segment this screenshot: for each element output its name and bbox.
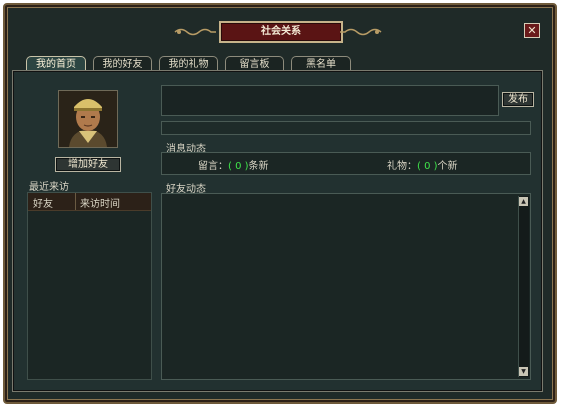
window-title: 社会关系 xyxy=(219,21,343,43)
messages-panel: 留言：( 0 )条新 礼物：( 0 )个新 xyxy=(161,152,531,175)
friend-feed-scrollbar[interactable]: ▲ ▼ xyxy=(518,196,529,377)
right-ornament-icon xyxy=(340,28,382,36)
left-ornament-icon xyxy=(174,28,216,36)
comment-suffix: 条新 xyxy=(248,161,269,172)
column-divider xyxy=(75,193,76,210)
window-title-bar: 社会关系 xyxy=(173,20,383,46)
table-header: 好友 来访时间 xyxy=(28,193,151,211)
friend-feed-panel xyxy=(161,193,531,380)
recent-visits-label: 最近来访 xyxy=(29,182,69,193)
gift-prefix: 礼物： xyxy=(387,161,417,172)
player-portrait xyxy=(59,91,117,147)
gift-status: 礼物：( 0 )个新 xyxy=(387,157,458,172)
arrow-up-icon[interactable]: ▲ xyxy=(519,197,528,206)
avatar xyxy=(58,90,118,148)
separator-bar xyxy=(161,121,531,135)
close-button[interactable]: ✕ xyxy=(524,23,540,38)
comment-prefix: 留言： xyxy=(198,161,228,172)
column-visit-time: 来访时间 xyxy=(80,199,120,210)
post-input[interactable] xyxy=(161,85,499,116)
gift-count[interactable]: ( 0 ) xyxy=(417,161,438,172)
column-friend: 好友 xyxy=(33,199,53,210)
comment-count[interactable]: ( 0 ) xyxy=(228,161,249,172)
comment-status: 留言：( 0 )条新 xyxy=(198,157,269,172)
gift-suffix: 个新 xyxy=(437,161,458,172)
publish-button[interactable]: 发布 xyxy=(502,92,534,107)
arrow-down-icon[interactable]: ▼ xyxy=(519,367,528,376)
add-friend-button[interactable]: 增加好友 xyxy=(55,157,121,172)
close-icon: ✕ xyxy=(527,24,537,37)
recent-visits-table: 好友 来访时间 xyxy=(27,192,152,380)
